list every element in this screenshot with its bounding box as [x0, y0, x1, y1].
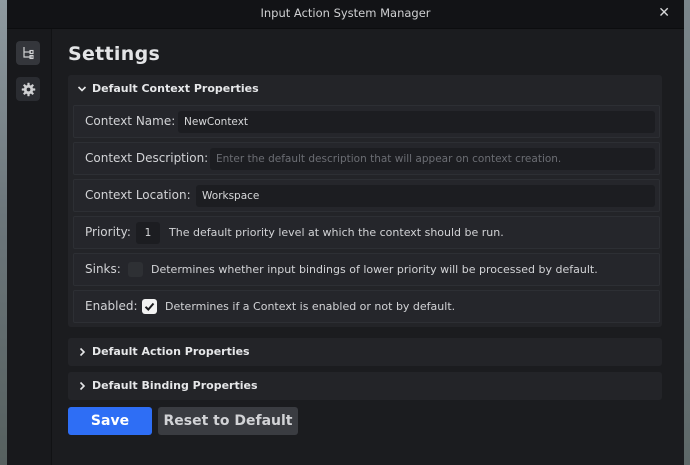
gear-icon: [21, 82, 35, 96]
binding-properties-header[interactable]: Default Binding Properties: [68, 372, 662, 400]
priority-input[interactable]: 1: [136, 222, 160, 244]
chevron-down-icon: [77, 86, 87, 92]
context-location-row: Context Location: Workspace: [73, 179, 660, 212]
sinks-checkbox[interactable]: [128, 262, 143, 277]
context-description-row: Context Description: Enter the default d…: [73, 142, 660, 175]
priority-label: Priority:: [85, 225, 131, 239]
chevron-right-icon: [79, 347, 86, 357]
context-name-label: Context Name:: [85, 114, 176, 128]
enabled-checkbox[interactable]: [142, 299, 157, 314]
sidebar-item-hierarchy[interactable]: [16, 41, 40, 65]
context-location-label: Context Location:: [85, 188, 191, 202]
binding-properties-panel: Default Binding Properties: [68, 372, 662, 400]
context-description-label: Context Description:: [85, 151, 209, 165]
enabled-row: Enabled: Determines if a Context is enab…: [73, 290, 660, 323]
save-button[interactable]: Save: [68, 407, 152, 435]
priority-row: Priority: 1 The default priority level a…: [73, 216, 660, 249]
context-location-input[interactable]: Workspace: [196, 185, 655, 207]
title-bar: Input Action System Manager ✕: [7, 0, 684, 29]
context-description-input[interactable]: Enter the default description that will …: [210, 148, 655, 170]
page-title: Settings: [68, 43, 161, 65]
action-properties-header[interactable]: Default Action Properties: [68, 338, 662, 366]
sidebar: [7, 29, 52, 465]
chevron-right-icon: [79, 381, 86, 391]
background-right: [684, 0, 690, 465]
context-properties-panel: Default Context Properties Context Name:…: [68, 75, 662, 327]
sinks-description: Determines whether input bindings of low…: [151, 263, 598, 276]
sinks-label: Sinks:: [85, 262, 121, 276]
priority-description: The default priority level at which the …: [169, 226, 504, 239]
window-title: Input Action System Manager: [260, 6, 431, 20]
context-properties-header[interactable]: Default Context Properties: [68, 75, 662, 103]
hierarchy-icon: [23, 47, 34, 60]
section-title: Default Binding Properties: [92, 379, 258, 392]
reset-to-default-button[interactable]: Reset to Default: [158, 407, 298, 435]
sinks-row: Sinks: Determines whether input bindings…: [73, 253, 660, 286]
plugin-window: Input Action System Manager ✕ Settings D…: [7, 0, 684, 465]
background-left: [0, 0, 7, 465]
sidebar-item-settings[interactable]: [16, 77, 40, 101]
context-name-input[interactable]: NewContext: [178, 111, 655, 133]
enabled-label: Enabled:: [85, 299, 138, 313]
section-title: Default Action Properties: [92, 345, 250, 358]
close-icon[interactable]: ✕: [658, 5, 670, 21]
action-properties-panel: Default Action Properties: [68, 338, 662, 366]
context-name-row: Context Name: NewContext: [73, 105, 660, 138]
section-title: Default Context Properties: [92, 82, 259, 95]
enabled-description: Determines if a Context is enabled or no…: [165, 300, 456, 313]
checkmark-icon: [144, 302, 155, 311]
